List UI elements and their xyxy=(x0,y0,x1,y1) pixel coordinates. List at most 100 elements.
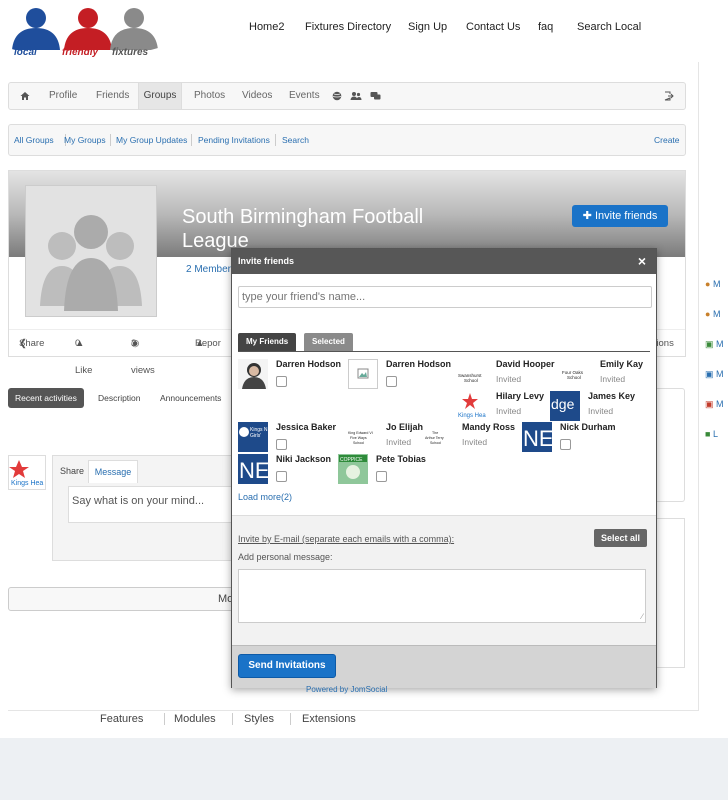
school-logo: King Edward VI Five Ways School xyxy=(348,422,378,452)
sidebar-item-label: M xyxy=(716,399,724,409)
friend-name: Hilary Levy xyxy=(496,391,545,401)
dialog-footer: Send Invitations xyxy=(232,645,656,688)
friend-item[interactable]: Kings N Girls' Jessica Baker xyxy=(238,422,348,458)
sidebar-item-label: M xyxy=(716,339,724,349)
logo-word-friendly: friendly xyxy=(62,47,99,58)
personal-message-label: Add personal message: xyxy=(238,552,333,562)
school-logo: NE xyxy=(522,422,552,452)
footer-band xyxy=(0,738,728,800)
friend-item[interactable]: COPPICE Pete Tobias xyxy=(338,454,448,490)
logo-word-local: local xyxy=(14,47,37,58)
nav-search-local[interactable]: Search Local xyxy=(577,21,641,33)
invite-friends-dialog: Invite friends × My Friends Selected Dar… xyxy=(231,248,657,688)
friend-name: Jo Elijah xyxy=(386,422,424,432)
friend-item[interactable]: Four Oaks School Emily Kay Invited xyxy=(562,359,672,395)
calendar-icon: ▣ xyxy=(705,399,714,409)
sidebar-item[interactable]: ■ L xyxy=(705,429,718,439)
friend-photo xyxy=(238,359,268,389)
invited-status: Invited xyxy=(496,374,522,384)
sidebar-item[interactable]: ● M xyxy=(705,279,720,289)
invited-status: Invited xyxy=(496,406,522,416)
send-invitations-button[interactable]: Send Invitations xyxy=(238,654,336,678)
sidebar-item[interactable]: ▣ M xyxy=(705,339,724,350)
footer-styles[interactable]: Styles xyxy=(232,713,274,725)
friend-item[interactable]: Darren Hodson xyxy=(348,359,458,395)
friend-item[interactable]: NE Niki Jackson xyxy=(238,454,348,490)
powered-by-link[interactable]: Powered by JomSocial xyxy=(306,685,387,694)
photo-icon: ▣ xyxy=(705,339,714,349)
svg-text:NE: NE xyxy=(239,458,268,483)
school-logo: COPPICE xyxy=(338,454,368,484)
nav-contact-us[interactable]: Contact Us xyxy=(466,21,520,33)
svg-text:dge: dge xyxy=(551,396,575,412)
school-logo: The Arthur Terry School xyxy=(424,422,454,452)
personal-message-textarea[interactable]: ∕ xyxy=(238,569,646,623)
svg-text:NE: NE xyxy=(523,426,552,451)
svg-text:Arthur Terry: Arthur Terry xyxy=(425,436,444,440)
svg-text:School: School xyxy=(353,441,364,445)
friend-name: Pete Tobias xyxy=(376,454,426,464)
school-logo: Kings Hea xyxy=(458,391,488,421)
school-logo: dge xyxy=(550,391,580,421)
sidebar-item-label: M xyxy=(712,279,721,289)
invite-by-email-link[interactable]: Invite by E-mail (separate each emails w… xyxy=(238,534,454,544)
sidebar-item[interactable]: ▣ M xyxy=(705,399,724,410)
svg-text:Girls': Girls' xyxy=(250,433,261,439)
dialog-title: Invite friends xyxy=(238,256,295,266)
school-logo: Kings N Girls' xyxy=(238,422,268,452)
school-logo: Four Oaks School xyxy=(562,359,592,389)
sidebar-item-label: M xyxy=(716,369,724,379)
nav-sign-up[interactable]: Sign Up xyxy=(408,21,447,33)
friend-name: Emily Kay xyxy=(600,359,644,369)
friend-name: Nick Durham xyxy=(560,422,616,432)
dialog-header: Invite friends × xyxy=(232,249,656,274)
friend-item[interactable]: Darren Hodson xyxy=(238,359,348,395)
svg-text:The: The xyxy=(432,431,438,435)
svg-text:School: School xyxy=(567,375,581,380)
svg-text:King Edward VI: King Edward VI xyxy=(348,431,373,435)
resize-handle-icon[interactable]: ∕ xyxy=(642,612,643,621)
svg-text:School: School xyxy=(430,441,441,445)
school-logo: NE xyxy=(238,454,268,484)
invited-status: Invited xyxy=(588,406,614,416)
friend-checkbox[interactable] xyxy=(276,376,287,387)
friend-checkbox[interactable] xyxy=(276,471,287,482)
logout-icon: ■ xyxy=(705,429,711,439)
friend-item[interactable]: The Arthur Terry School Mandy Ross Invited xyxy=(424,422,534,458)
svg-text:COPPICE: COPPICE xyxy=(340,457,363,463)
friend-name: Darren Hodson xyxy=(276,359,342,369)
invited-status: Invited xyxy=(600,374,626,384)
nav-home2[interactable]: Home2 xyxy=(249,21,284,33)
svg-text:Kings Hea: Kings Hea xyxy=(458,413,486,419)
friend-checkbox[interactable] xyxy=(560,439,571,450)
divider xyxy=(238,351,650,352)
sidebar-item-label: M xyxy=(712,309,721,319)
footer-modules[interactable]: Modules xyxy=(164,713,216,725)
friend-name: Jessica Baker xyxy=(276,422,337,432)
sidebar-item[interactable]: ▣ M xyxy=(705,369,724,380)
friend-name: James Key xyxy=(588,391,636,401)
school-logo: Swanshurst School xyxy=(458,359,488,389)
select-all-button[interactable]: Select all xyxy=(594,529,647,547)
site-logo[interactable]: local friendly fixtures xyxy=(6,2,160,66)
sidebar-item[interactable]: ● M xyxy=(705,309,720,319)
load-more-link[interactable]: Load more(2) xyxy=(238,492,292,502)
footer-extensions[interactable]: Extensions xyxy=(290,713,356,725)
close-icon[interactable]: × xyxy=(638,249,646,274)
friend-item[interactable]: Swanshurst School David Hooper Invited xyxy=(458,359,568,395)
nav-fixtures-directory[interactable]: Fixtures Directory xyxy=(305,21,391,33)
friend-item[interactable]: NE Nick Durham xyxy=(522,422,632,458)
friend-checkbox[interactable] xyxy=(386,376,397,387)
footer-features[interactable]: Features xyxy=(100,713,143,725)
friend-search-input[interactable] xyxy=(238,286,652,308)
svg-text:Five Ways: Five Ways xyxy=(350,436,367,440)
invited-status: Invited xyxy=(462,437,488,447)
friend-checkbox[interactable] xyxy=(276,439,287,450)
tab-selected[interactable]: Selected xyxy=(304,333,353,351)
sidebar-item-label: L xyxy=(712,429,718,439)
invited-status: Invited xyxy=(386,437,412,447)
tab-my-friends[interactable]: My Friends xyxy=(238,333,297,351)
nav-faq[interactable]: faq xyxy=(538,21,553,33)
friend-checkbox[interactable] xyxy=(376,471,387,482)
group-icon: ● xyxy=(705,309,711,319)
